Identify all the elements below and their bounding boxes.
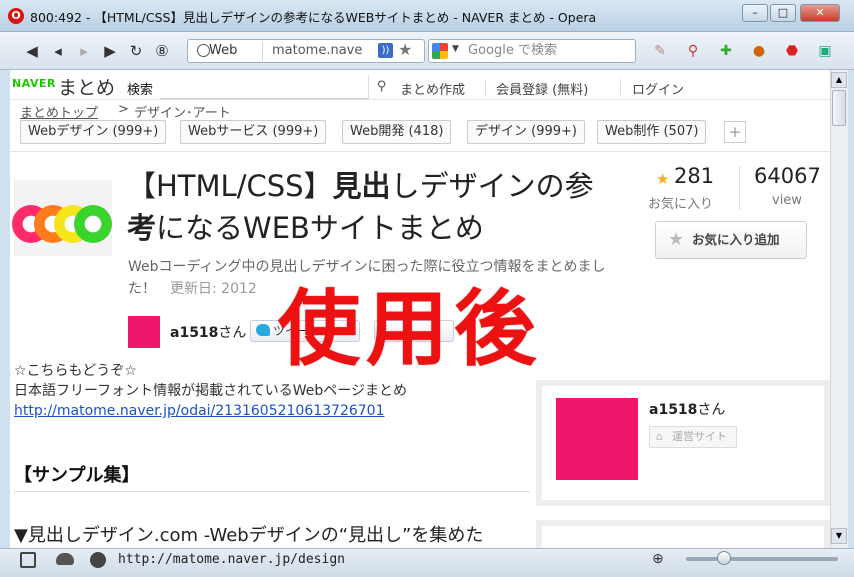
- panel-toggle-icon[interactable]: [20, 552, 36, 568]
- site-search-input[interactable]: [160, 75, 368, 99]
- register-link[interactable]: 会員登録 (無料): [496, 79, 588, 98]
- views-label: view: [772, 193, 802, 208]
- home-icon[interactable]: ⑧: [152, 41, 172, 61]
- header-divider: [620, 79, 621, 95]
- turbo-icon[interactable]: [90, 552, 106, 568]
- updated-date: 更新日: 2012: [170, 281, 257, 297]
- reload-icon[interactable]: ↻: [126, 41, 146, 61]
- bug-icon[interactable]: ●: [749, 41, 769, 61]
- scroll-down-icon[interactable]: ▼: [831, 528, 847, 544]
- intro-line: 日本語フリーフォント情報が掲載されているWebページまとめ: [14, 383, 407, 399]
- related-matome-link[interactable]: http://matome.naver.jp/odai/213160521061…: [14, 403, 385, 419]
- tags-divider: [10, 151, 830, 152]
- notes-icon[interactable]: ✎: [650, 41, 670, 61]
- intro-line: ☆こちらもどうぞ☆: [14, 363, 137, 379]
- headline-bold: 考: [127, 211, 157, 245]
- headline-prefix: 【HTML/CSS】: [127, 169, 333, 203]
- address-input[interactable]: matome.nave: [272, 42, 377, 60]
- rss-icon[interactable]: )): [378, 43, 393, 58]
- author-suffix: さん: [218, 325, 247, 341]
- zoom-slider-knob[interactable]: [717, 551, 731, 565]
- tag-chip[interactable]: Web開発 (418): [342, 120, 452, 144]
- headline-middle: しデザインの参: [390, 169, 594, 203]
- tape-image: [74, 205, 112, 243]
- forward-icon[interactable]: ▸: [74, 41, 94, 61]
- rewind-icon[interactable]: ◂: [48, 41, 68, 61]
- minimize-button[interactable]: –: [742, 4, 768, 22]
- headline-suffix: になるWEBサイトまとめ: [156, 211, 484, 245]
- views-count: 64067: [754, 164, 821, 188]
- matome-logo[interactable]: まとめ: [58, 73, 115, 100]
- tag-chip[interactable]: デザイン (999+): [467, 120, 585, 144]
- author-id[interactable]: a1518: [649, 402, 697, 418]
- breadcrumb-top-link[interactable]: まとめトップ: [20, 102, 98, 121]
- opera-icon: O: [8, 8, 24, 24]
- google-icon[interactable]: [432, 43, 448, 59]
- status-url: http://matome.naver.jp/design: [118, 552, 345, 567]
- add-tag-button[interactable]: +: [724, 121, 746, 143]
- tag-chip[interactable]: Webデザイン (999+): [20, 120, 167, 144]
- puzzle-icon[interactable]: ✚: [716, 41, 736, 61]
- section-heading: 【サンプル集】: [14, 465, 140, 486]
- favorites-count: 281: [674, 164, 715, 188]
- favorite-star-icon: ★: [656, 170, 670, 188]
- vertical-scrollbar[interactable]: [830, 70, 848, 548]
- zoom-icon[interactable]: ⊕: [652, 551, 664, 567]
- avatar[interactable]: [556, 398, 638, 480]
- window-title: 800:492 - 【HTML/CSS】見出しデザインの参考になるWEBサイトま…: [30, 10, 597, 25]
- article-headline: 【HTML/CSS】見出しデザインの参考になるWEBサイトまとめ: [127, 165, 647, 249]
- search-tool-icon[interactable]: ⚲: [683, 41, 703, 61]
- author-suffix: さん: [697, 402, 726, 418]
- home-small-icon: ⌂: [656, 430, 663, 443]
- tag-chip[interactable]: Webサービス (999+): [180, 120, 327, 144]
- search-input[interactable]: Google で検索: [468, 42, 557, 60]
- breadcrumb-category[interactable]: デザイン･アート: [134, 102, 231, 121]
- item-heading-link[interactable]: ▼見出しデザイン.com -Webデザインの“見出し”を集めた: [14, 521, 483, 547]
- stats-divider: [739, 166, 740, 210]
- scroll-thumb[interactable]: [832, 90, 846, 126]
- overlay-stamp-text: 使用後: [278, 282, 543, 377]
- favorite-add-star-icon: ★: [668, 229, 685, 250]
- author-id[interactable]: a1518: [170, 325, 218, 341]
- script-icon[interactable]: ▣: [815, 41, 835, 61]
- author-name[interactable]: a1518さん: [170, 322, 246, 342]
- breadcrumb-separator: >: [118, 102, 129, 117]
- close-button[interactable]: ✕: [800, 4, 840, 22]
- headline-bold: 見出: [332, 169, 391, 203]
- zoom-slider[interactable]: [686, 557, 838, 561]
- create-matome-link[interactable]: まとめ作成: [400, 79, 465, 98]
- header-divider: [485, 79, 486, 95]
- back-icon[interactable]: ◀: [22, 41, 42, 61]
- search-engine-dropdown-icon[interactable]: ▼: [452, 44, 459, 54]
- scroll-up-icon[interactable]: ▲: [831, 72, 847, 88]
- author-name[interactable]: a1518さん: [649, 399, 725, 419]
- naver-logo[interactable]: NAVER: [12, 77, 56, 90]
- section-divider: [14, 491, 530, 492]
- bookmark-star-icon[interactable]: ★: [398, 40, 412, 59]
- favorites-label: お気に入り: [648, 197, 714, 212]
- search-label: 検索: [127, 83, 154, 98]
- header-divider-line: [10, 99, 830, 100]
- site-search-icon[interactable]: ⚲: [368, 75, 394, 99]
- web-badge[interactable]: Web: [191, 42, 263, 60]
- avatar[interactable]: [128, 316, 160, 348]
- unite-cloud-icon[interactable]: [56, 553, 74, 565]
- adblock-icon[interactable]: ⬣: [782, 41, 802, 61]
- twitter-bird-icon: [256, 324, 270, 336]
- login-link[interactable]: ログイン: [632, 79, 684, 98]
- tag-chip[interactable]: Web制作 (507): [597, 120, 707, 144]
- maximize-button[interactable]: □: [770, 4, 796, 22]
- fast-forward-icon[interactable]: ▶: [100, 41, 120, 61]
